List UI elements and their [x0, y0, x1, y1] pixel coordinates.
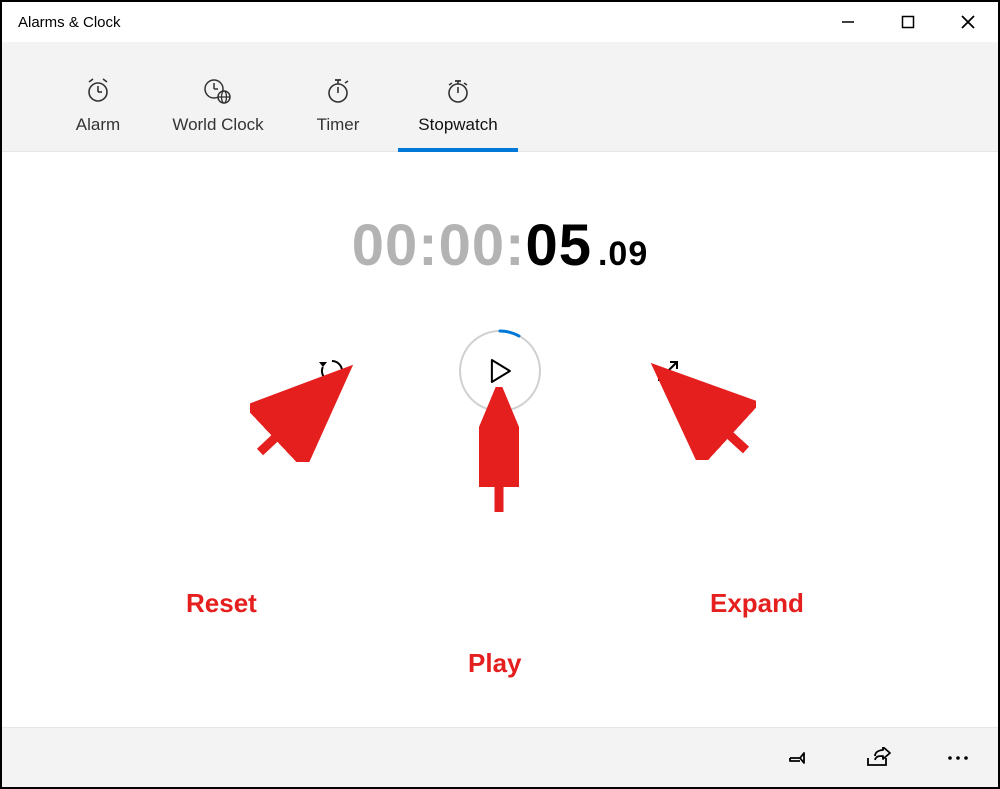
- time-fraction: .09: [598, 235, 648, 273]
- tab-timer-label: Timer: [317, 115, 360, 135]
- tab-alarm[interactable]: Alarm: [38, 75, 158, 151]
- time-hours: 00: [352, 213, 419, 278]
- maximize-button[interactable]: [878, 2, 938, 42]
- more-button[interactable]: [942, 742, 974, 774]
- stopwatch-time: 00:00:05.09: [2, 212, 998, 279]
- window-title: Alarms & Clock: [18, 14, 121, 31]
- time-seconds: 05: [525, 213, 592, 278]
- tab-world-clock[interactable]: World Clock: [158, 75, 278, 151]
- close-icon: [960, 14, 976, 30]
- annotation-label-expand: Expand: [710, 588, 804, 619]
- share-icon: [865, 747, 891, 769]
- pin-button[interactable]: [782, 742, 814, 774]
- share-button[interactable]: [862, 742, 894, 774]
- reset-icon: [317, 356, 347, 386]
- pin-icon: [786, 747, 810, 769]
- reset-button[interactable]: [308, 347, 356, 395]
- time-sep-1: :: [418, 213, 438, 278]
- world-clock-icon: [203, 75, 233, 107]
- stopwatch-icon: [444, 75, 472, 107]
- more-icon: [946, 754, 970, 762]
- tab-alarm-label: Alarm: [76, 115, 120, 135]
- time-minutes: 00: [439, 213, 506, 278]
- close-button[interactable]: [938, 2, 998, 42]
- annotation-label-reset: Reset: [186, 588, 257, 619]
- minimize-button[interactable]: [818, 2, 878, 42]
- window-controls: [818, 2, 998, 42]
- bottom-bar: [2, 727, 998, 787]
- expand-button[interactable]: [644, 347, 692, 395]
- title-bar: Alarms & Clock: [2, 2, 998, 42]
- maximize-icon: [901, 15, 915, 29]
- main-content: 00:00:05.09: [2, 152, 998, 727]
- tab-bar: Alarm World Clock Timer: [2, 42, 998, 152]
- tab-stopwatch[interactable]: Stopwatch: [398, 75, 518, 151]
- timer-icon: [324, 75, 352, 107]
- tab-world-clock-label: World Clock: [172, 115, 263, 135]
- alarm-icon: [84, 75, 112, 107]
- minimize-icon: [840, 14, 856, 30]
- expand-icon: [654, 357, 682, 385]
- stopwatch-controls: [2, 327, 998, 415]
- tab-timer[interactable]: Timer: [278, 75, 398, 151]
- play-button[interactable]: [456, 327, 544, 415]
- play-icon: [490, 358, 512, 384]
- time-sep-2: :: [505, 213, 525, 278]
- annotation-label-play: Play: [468, 648, 522, 679]
- tab-stopwatch-label: Stopwatch: [418, 115, 497, 135]
